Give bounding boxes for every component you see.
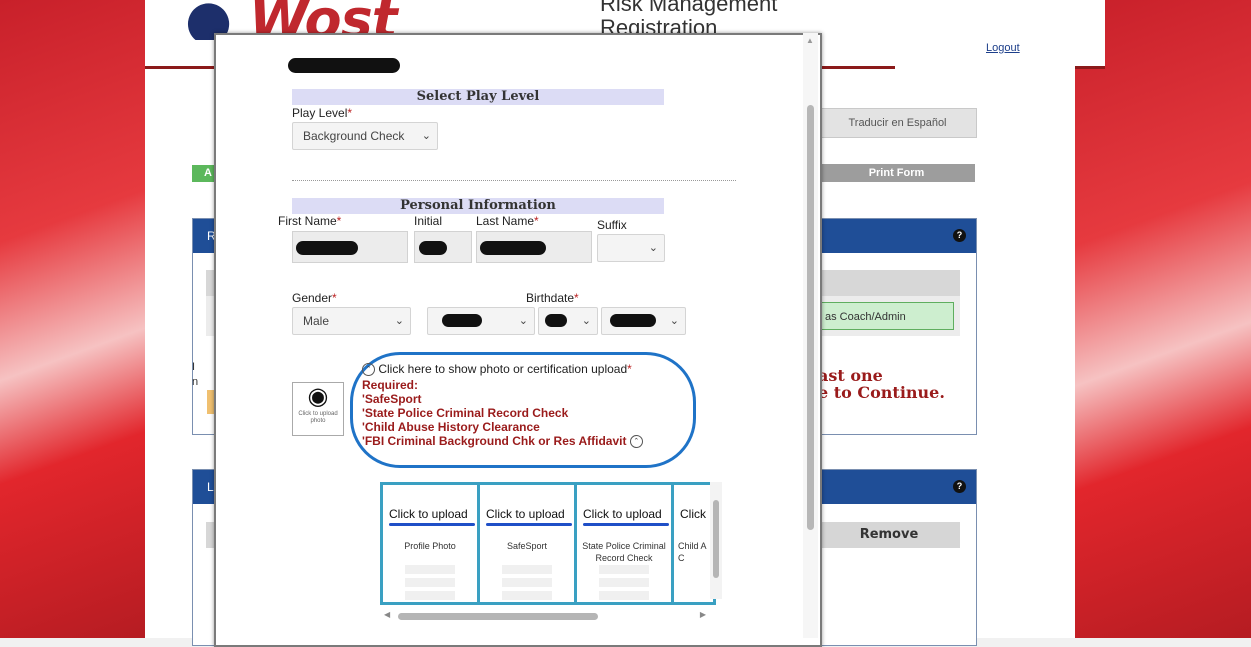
upload-link[interactable]: Click to upload bbox=[486, 507, 565, 521]
required-item: 'State Police Criminal Record Check bbox=[362, 406, 569, 420]
logout-tab bbox=[895, 20, 1075, 75]
initial-field[interactable] bbox=[414, 231, 472, 263]
upload-placeholder-icon bbox=[502, 565, 552, 600]
scroll-up-icon[interactable]: ▲ bbox=[806, 36, 814, 45]
scrollbar-thumb[interactable] bbox=[398, 613, 598, 620]
side-text: I n bbox=[192, 361, 199, 388]
required-item: 'Child Abuse History Clearance bbox=[362, 420, 540, 434]
upload-carousel: Click to upload Profile Photo Click to u… bbox=[380, 482, 716, 605]
last-name-field[interactable] bbox=[476, 231, 592, 263]
gender-select[interactable]: Male ⌄ bbox=[292, 307, 411, 335]
scrollbar-thumb[interactable] bbox=[807, 105, 814, 530]
chevron-down-icon: ⌄ bbox=[518, 315, 528, 327]
register-coach-admin-button[interactable]: as Coach/Admin bbox=[818, 302, 954, 330]
chevron-down-icon: ⌄ bbox=[648, 242, 658, 254]
redacted-value bbox=[545, 314, 567, 327]
upload-vertical-scrollbar[interactable] bbox=[710, 482, 722, 599]
redacted-value bbox=[442, 314, 482, 327]
initial-label: Initial bbox=[414, 214, 443, 228]
chevron-down-icon: ⌄ bbox=[669, 315, 679, 327]
redacted-value bbox=[480, 241, 546, 255]
upload-link[interactable]: Click to upload bbox=[389, 507, 468, 521]
first-name-field[interactable] bbox=[292, 231, 408, 263]
required-documents-list: Required: 'SafeSport 'State Police Crimi… bbox=[362, 378, 643, 449]
birthdate-label: Birthdate* bbox=[526, 291, 579, 305]
upload-label: SafeSport bbox=[506, 541, 548, 551]
required-heading: Required: bbox=[362, 378, 419, 392]
print-form-button[interactable]: Print Form bbox=[818, 164, 975, 182]
upload-card-profile-photo: Click to upload Profile Photo bbox=[383, 485, 480, 602]
suffix-select[interactable]: ⌄ bbox=[597, 234, 665, 262]
collapse-icon[interactable]: ⌃ bbox=[362, 363, 375, 377]
first-name-label: First Name* bbox=[278, 214, 342, 228]
upload-link[interactable]: Click bbox=[680, 507, 706, 521]
redacted-value bbox=[610, 314, 656, 327]
help-icon[interactable]: ? bbox=[953, 480, 966, 493]
gender-label: Gender* bbox=[292, 291, 337, 305]
translate-button[interactable]: Traducir en Español bbox=[818, 108, 977, 138]
camera-icon: ◉ bbox=[307, 383, 329, 410]
collapse-icon[interactable]: ⌃ bbox=[629, 435, 643, 449]
underline-annotation bbox=[389, 523, 475, 526]
birth-year-select[interactable]: ⌄ bbox=[601, 307, 686, 335]
photo-caption: Click to upload photo bbox=[298, 411, 338, 424]
scrollbar-thumb[interactable] bbox=[713, 500, 719, 578]
upload-placeholder-icon bbox=[405, 565, 455, 600]
divider bbox=[292, 180, 736, 181]
section-select-play-level: Select Play Level bbox=[292, 89, 664, 105]
upload-label: Profile Photo bbox=[404, 541, 456, 551]
redacted-name bbox=[288, 58, 400, 73]
panel-header-label: L bbox=[207, 480, 214, 494]
redacted-value bbox=[419, 241, 447, 255]
help-icon[interactable]: ? bbox=[953, 229, 966, 242]
scroll-left-icon[interactable]: ◀ bbox=[384, 610, 390, 619]
background-left bbox=[0, 0, 150, 638]
site-title: Risk Management Registration bbox=[600, 0, 778, 36]
birth-month-select[interactable]: ⌄ bbox=[427, 307, 535, 335]
underline-annotation bbox=[583, 523, 669, 526]
chevron-down-icon: ⌄ bbox=[394, 315, 404, 327]
upload-photo-button[interactable]: ◉ Click to upload photo bbox=[292, 382, 344, 436]
last-name-label: Last Name* bbox=[476, 214, 539, 228]
chevron-down-icon: ⌄ bbox=[581, 315, 591, 327]
modal-scrollbar[interactable]: ▲ bbox=[803, 33, 818, 638]
upload-horizontal-scrollbar[interactable]: ◀ ▶ bbox=[380, 610, 710, 622]
chevron-down-icon: ⌄ bbox=[421, 130, 431, 142]
green-status-chip[interactable]: A bbox=[192, 165, 216, 182]
upload-label: Child A C bbox=[678, 541, 707, 563]
redacted-value bbox=[296, 241, 358, 255]
section-personal-information: Personal Information bbox=[292, 198, 664, 214]
required-item: 'FBI Criminal Background Chk or Res Affi… bbox=[362, 434, 643, 449]
show-upload-toggle[interactable]: ⌃ Click here to show photo or certificat… bbox=[362, 362, 632, 377]
scroll-right-icon[interactable]: ▶ bbox=[700, 610, 706, 619]
suffix-label: Suffix bbox=[597, 218, 627, 232]
underline-annotation bbox=[486, 523, 572, 526]
upload-label: State Police Criminal Record Check bbox=[582, 541, 666, 563]
required-item: 'SafeSport bbox=[362, 392, 422, 406]
upload-link[interactable]: Click to upload bbox=[583, 507, 662, 521]
upload-card-safesport: Click to upload SafeSport bbox=[480, 485, 577, 602]
remove-column-header: Remove bbox=[818, 522, 960, 548]
birth-day-select[interactable]: ⌄ bbox=[538, 307, 598, 335]
play-level-label: Play Level* bbox=[292, 106, 353, 120]
background-right bbox=[1075, 0, 1251, 638]
play-level-select[interactable]: Background Check ⌄ bbox=[292, 122, 438, 150]
logout-link[interactable]: Logout bbox=[986, 42, 1020, 54]
upload-card-state-police: Click to upload State Police Criminal Re… bbox=[577, 485, 674, 602]
upload-placeholder-icon bbox=[599, 565, 649, 600]
continue-warning: ast one e to Continue. bbox=[818, 366, 945, 402]
